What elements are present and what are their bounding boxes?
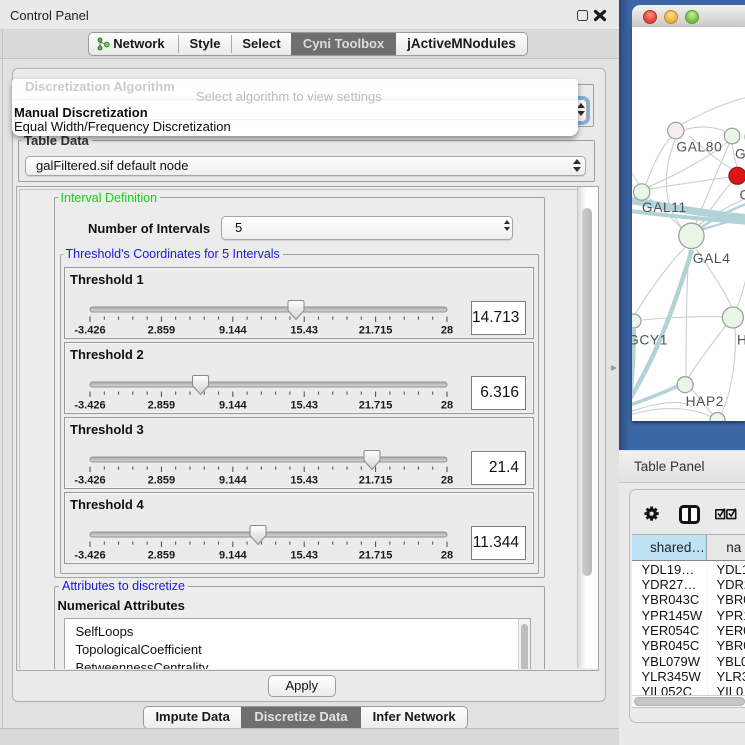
svg-text:-3.426: -3.426 bbox=[74, 550, 105, 562]
svg-text:15.43: 15.43 bbox=[290, 550, 318, 562]
svg-text:9.144: 9.144 bbox=[219, 325, 247, 337]
svg-text:21.715: 21.715 bbox=[359, 325, 393, 337]
svg-text:GCY1: GCY1 bbox=[632, 333, 668, 348]
svg-text:15.43: 15.43 bbox=[290, 475, 318, 487]
svg-text:15.43: 15.43 bbox=[290, 325, 318, 337]
svg-text:C: C bbox=[739, 188, 745, 203]
svg-text:28: 28 bbox=[441, 475, 453, 487]
svg-text:GA: GA bbox=[735, 147, 745, 162]
svg-text:15.43: 15.43 bbox=[290, 400, 318, 412]
svg-text:2.859: 2.859 bbox=[148, 325, 176, 337]
svg-text:9.144: 9.144 bbox=[219, 475, 247, 487]
svg-text:21.715: 21.715 bbox=[359, 550, 393, 562]
svg-text:-3.426: -3.426 bbox=[74, 475, 105, 487]
svg-text:GAL4: GAL4 bbox=[692, 251, 730, 266]
svg-text:2.859: 2.859 bbox=[148, 400, 176, 412]
svg-text:21.715: 21.715 bbox=[359, 400, 393, 412]
svg-text:GAL80: GAL80 bbox=[676, 140, 722, 155]
svg-text:2.859: 2.859 bbox=[148, 550, 176, 562]
svg-text:9.144: 9.144 bbox=[219, 550, 247, 562]
svg-text:28: 28 bbox=[441, 400, 453, 412]
svg-text:28: 28 bbox=[441, 325, 453, 337]
svg-text:H: H bbox=[737, 333, 745, 348]
svg-text:2.859: 2.859 bbox=[148, 475, 176, 487]
svg-text:21.715: 21.715 bbox=[359, 475, 393, 487]
svg-text:GAL11: GAL11 bbox=[641, 200, 686, 215]
svg-text:-3.426: -3.426 bbox=[74, 325, 105, 337]
svg-text:28: 28 bbox=[441, 550, 453, 562]
svg-text:-3.426: -3.426 bbox=[74, 400, 105, 412]
svg-text:HAP2: HAP2 bbox=[685, 394, 723, 409]
svg-text:9.144: 9.144 bbox=[219, 400, 247, 412]
